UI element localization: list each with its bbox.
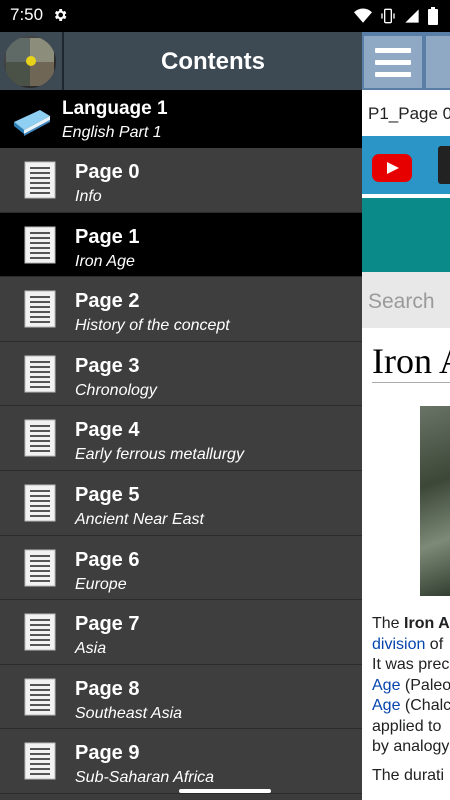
line-text: The durati	[372, 766, 445, 784]
page-item-subtitle: Asia	[75, 640, 107, 658]
article-line: The Iron A	[372, 614, 450, 635]
page-item-subtitle: Chronology	[75, 381, 157, 399]
url-bar[interactable]: P1_Page 0	[362, 90, 450, 136]
status-time: 7:50	[10, 5, 44, 24]
article-line: It was prec	[372, 655, 449, 676]
battery-icon	[428, 7, 438, 25]
page-list: Page 0 Info Page 1 Iron Age Page 2 History of…	[0, 148, 362, 794]
article-line: by analogy	[372, 737, 449, 758]
url-text: P1_Page 0	[368, 104, 450, 123]
page-item-8[interactable]: Page 8 Southeast Asia	[0, 664, 362, 730]
article-line: Age (Paleo	[372, 676, 450, 697]
page-item-subtitle: Southeast Asia	[75, 704, 183, 722]
page-item-5[interactable]: Page 5 Ancient Near East	[0, 470, 362, 536]
document-icon	[24, 355, 56, 393]
gesture-navigation-bar[interactable]	[179, 789, 271, 793]
article-link[interactable]: division	[372, 636, 425, 653]
page-item-2[interactable]: Page 2 History of the concept	[0, 277, 362, 342]
page-item-subtitle: History of the concept	[75, 317, 230, 335]
page-item-title: Page 0	[75, 161, 140, 183]
page-item-9[interactable]: Page 9 Sub-Saharan Africa	[0, 729, 362, 794]
language-item[interactable]: Language 1 English Part 1	[0, 90, 362, 148]
tablet-icon[interactable]	[438, 146, 450, 184]
page-item-title: Page 2	[75, 290, 140, 313]
page-item-subtitle: Europe	[75, 575, 127, 593]
line-text: (Chalc	[400, 697, 450, 714]
page-item-subtitle: Ancient Near East	[75, 510, 204, 528]
vibrate-icon	[381, 8, 395, 24]
article-title: Iron A	[372, 341, 450, 381]
app-logo-icon	[4, 36, 56, 88]
search-placeholder: Search	[368, 290, 435, 313]
navigation-drawer: Contents Language 1 English Part 1 Page …	[0, 32, 362, 800]
toolbar-button[interactable]	[426, 36, 450, 88]
page-item-6[interactable]: Page 6 Europe	[0, 535, 362, 601]
line-text: (Paleo	[400, 676, 450, 694]
line-text: The	[372, 615, 405, 632]
article-line: Age (Chalc	[372, 696, 450, 717]
page-item-1[interactable]: Page 1 Iron Age	[0, 212, 362, 278]
article-link[interactable]: Age	[372, 677, 400, 694]
page-item-3[interactable]: Page 3 Chronology	[0, 341, 362, 407]
article-line: The durati	[372, 766, 444, 787]
document-icon	[24, 290, 56, 328]
wifi-icon	[354, 8, 372, 23]
teal-banner	[362, 198, 450, 272]
page-item-subtitle: Sub-Saharan Africa	[75, 769, 215, 787]
page-item-title: Page 7	[75, 613, 140, 636]
article-line: applied to	[372, 717, 441, 738]
signal-icon	[405, 9, 419, 23]
article-link[interactable]: Age	[372, 697, 400, 714]
line-text: of	[425, 635, 444, 653]
page-item-title: Page 1	[75, 225, 140, 248]
gear-icon	[54, 9, 67, 21]
document-icon	[24, 161, 56, 199]
article-image[interactable]	[420, 406, 450, 596]
document-icon	[24, 613, 56, 651]
document-icon	[24, 742, 56, 780]
hamburger-icon[interactable]	[364, 36, 422, 88]
background-app: P1_Page 0 Search Iron A The Iron Adivisi…	[362, 32, 450, 800]
language-subtitle: English Part 1	[62, 124, 162, 141]
page-item-7[interactable]: Page 7 Asia	[0, 600, 362, 665]
page-item-subtitle: Iron Age	[75, 252, 135, 270]
line-text: It was prec	[372, 656, 450, 673]
language-title: Language 1	[62, 98, 168, 119]
document-icon	[24, 419, 56, 457]
page-item-title: Page 4	[75, 419, 140, 442]
drawer-title: Contents	[161, 48, 265, 75]
youtube-icon[interactable]	[372, 154, 412, 182]
line-text: by analogy	[372, 738, 450, 755]
document-icon	[24, 484, 56, 522]
link-strip	[362, 136, 450, 194]
line-text: applied to	[372, 717, 442, 735]
page-item-title: Page 6	[75, 548, 140, 571]
document-icon	[24, 549, 56, 587]
status-bar: 7:50	[0, 0, 450, 32]
drawer-header: Contents	[0, 32, 362, 90]
page-item-subtitle: Early ferrous metallurgy	[75, 446, 244, 464]
page-item-title: Page 8	[75, 677, 140, 700]
article-line: division of	[372, 635, 443, 656]
page-item-title: Page 9	[75, 742, 140, 765]
app-toolbar	[362, 32, 450, 90]
document-icon	[24, 678, 56, 716]
page-item-0[interactable]: Page 0 Info	[0, 148, 362, 213]
search-box[interactable]: Search	[362, 272, 450, 328]
page-item-title: Page 5	[75, 483, 140, 506]
page-item-title: Page 3	[75, 354, 140, 377]
page-item-subtitle: Info	[75, 188, 102, 205]
document-icon	[24, 226, 56, 264]
page-item-4[interactable]: Page 4 Early ferrous metallurgy	[0, 406, 362, 471]
line-bold: Iron A	[404, 615, 450, 632]
book-icon	[14, 110, 50, 136]
title-divider	[372, 382, 450, 383]
